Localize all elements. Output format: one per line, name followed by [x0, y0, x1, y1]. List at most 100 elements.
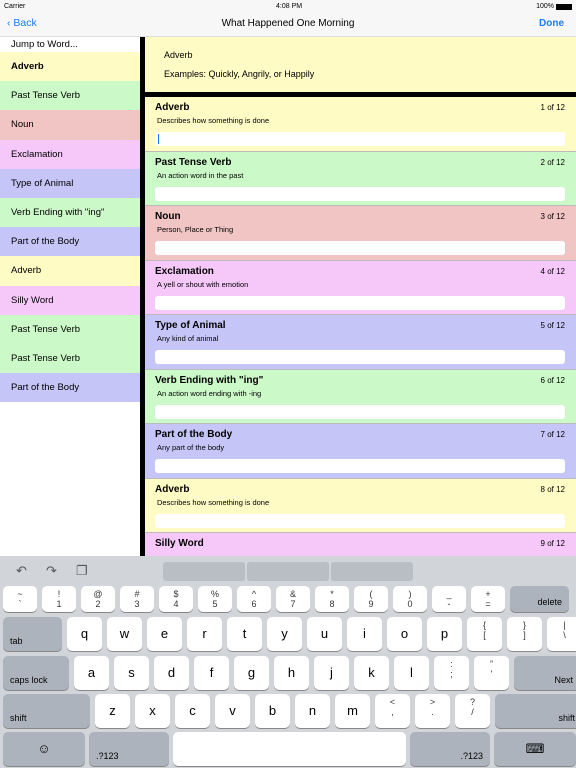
- redo-icon[interactable]: ↷: [46, 563, 57, 579]
- sidebar-item[interactable]: Exclamation: [0, 139, 140, 169]
- key-capslock[interactable]: caps lock: [3, 656, 69, 690]
- key-shift-char: @: [93, 589, 103, 599]
- key-sym[interactable]: $4: [159, 586, 193, 612]
- key-sym[interactable]: _ -: [432, 586, 466, 612]
- key-g[interactable]: g: [234, 656, 269, 690]
- sidebar-item[interactable]: Adverb: [0, 256, 140, 286]
- key-tab[interactable]: tab: [3, 617, 62, 651]
- key-y[interactable]: y: [267, 617, 302, 651]
- sidebar-item[interactable]: Noun: [0, 110, 140, 140]
- word-count: 6 of 12: [540, 375, 565, 385]
- sidebar-item[interactable]: Silly Word: [0, 285, 140, 315]
- key-l[interactable]: l: [394, 656, 429, 690]
- key-sym[interactable]: #3: [120, 586, 154, 612]
- key-sym[interactable]: ? /: [455, 694, 490, 728]
- sidebar-item[interactable]: Verb Ending with "ing": [0, 197, 140, 228]
- word-card: Verb Ending with "ing" 6 of 12 An action w…: [145, 369, 576, 424]
- key-label: ⌨: [525, 741, 545, 756]
- key-u[interactable]: u: [307, 617, 342, 651]
- key-d[interactable]: d: [154, 656, 189, 690]
- key-a[interactable]: a: [74, 656, 109, 690]
- key-shift-char: }: [522, 620, 526, 630]
- sidebar-item[interactable]: Adverb: [0, 52, 140, 82]
- key-sym[interactable]: }]: [507, 617, 542, 651]
- key-sym[interactable]: + =: [471, 586, 505, 612]
- sidebar-item[interactable]: Part of the Body: [0, 373, 140, 403]
- key-p[interactable]: p: [427, 617, 462, 651]
- key-m[interactable]: m: [335, 694, 370, 728]
- word-input[interactable]: [155, 241, 565, 255]
- key-char: 4: [173, 599, 179, 609]
- key-sym[interactable]: % 5: [198, 586, 232, 612]
- key-h[interactable]: h: [274, 656, 309, 690]
- key-q[interactable]: q: [67, 617, 102, 651]
- sidebar-item[interactable]: Past Tense Verb: [0, 343, 140, 374]
- key-sym[interactable]: ) 0: [393, 586, 427, 612]
- suggestion-1[interactable]: [163, 562, 245, 581]
- key-k[interactable]: k: [354, 656, 389, 690]
- word-input[interactable]: [155, 186, 565, 201]
- key-label: o: [400, 626, 409, 641]
- word-description: An action word in the past: [157, 170, 244, 180]
- key-z[interactable]: z: [95, 694, 130, 728]
- key-x[interactable]: x: [135, 694, 170, 728]
- key-sym[interactable]: (9: [354, 586, 388, 612]
- key-Next[interactable]: Next: [514, 656, 576, 690]
- key-f[interactable]: f: [194, 656, 229, 690]
- word-input[interactable]: [155, 459, 565, 473]
- key-label: z: [109, 703, 116, 718]
- key-sym[interactable]: @2: [81, 586, 115, 612]
- key-w[interactable]: w: [107, 617, 142, 651]
- key-b[interactable]: b: [255, 694, 290, 728]
- key-sym[interactable]: >.: [415, 694, 450, 728]
- sidebar-item[interactable]: Past Tense Verb: [0, 81, 140, 111]
- key-shift-char: #: [134, 589, 140, 599]
- key-t[interactable]: t: [227, 617, 262, 651]
- key-123[interactable]: .?123: [410, 732, 490, 766]
- key-r[interactable]: r: [187, 617, 222, 651]
- key-s[interactable]: s: [114, 656, 149, 690]
- sidebar-item[interactable]: Past Tense Verb: [0, 314, 140, 344]
- word-input[interactable]: [155, 295, 565, 310]
- undo-icon[interactable]: ↶: [16, 563, 27, 579]
- word-input[interactable]: [155, 404, 565, 419]
- suggestion-2[interactable]: [247, 562, 329, 581]
- key-sym[interactable]: & 7: [276, 586, 310, 612]
- key-c[interactable]: c: [175, 694, 210, 728]
- word-input[interactable]: [155, 350, 565, 364]
- key-shift[interactable]: shift: [495, 694, 576, 728]
- key-sym[interactable]: ^ 6: [237, 586, 271, 612]
- word-title: Adverb: [155, 102, 190, 113]
- key-char: =: [485, 599, 491, 609]
- key-label: l: [410, 665, 413, 680]
- suggestion-3[interactable]: [331, 562, 413, 581]
- sidebar-item[interactable]: Type of Animal: [0, 168, 140, 198]
- key-sym[interactable]: :;: [434, 656, 469, 690]
- key-label: d: [167, 665, 176, 680]
- key-delete[interactable]: delete: [510, 586, 569, 612]
- key-sym[interactable]: * 8: [315, 586, 349, 612]
- key-sym[interactable]: ” ': [474, 656, 509, 690]
- key-shift[interactable]: shift: [3, 694, 90, 728]
- word-input[interactable]: [155, 513, 565, 528]
- key-v[interactable]: v: [215, 694, 250, 728]
- key-n[interactable]: n: [295, 694, 330, 728]
- key-sym[interactable]: {[: [467, 617, 502, 651]
- key-j[interactable]: j: [314, 656, 349, 690]
- key-123[interactable]: .?123: [89, 732, 169, 766]
- key-shift-char: *: [330, 589, 334, 599]
- key-sym[interactable]: ~ `: [3, 586, 37, 612]
- sidebar-item[interactable]: Part of the Body: [0, 227, 140, 257]
- key-sym[interactable]: ! 1: [42, 586, 76, 612]
- key-space[interactable]: [173, 732, 406, 766]
- key-sym[interactable]: | \: [547, 617, 576, 651]
- key-sym[interactable]: ⌨: [494, 732, 576, 766]
- key-sym[interactable]: ☺: [3, 732, 85, 766]
- key-o[interactable]: o: [387, 617, 422, 651]
- paste-icon[interactable]: ❐: [76, 563, 88, 579]
- key-e[interactable]: e: [147, 617, 182, 651]
- key-i[interactable]: i: [347, 617, 382, 651]
- word-input[interactable]: [155, 132, 565, 146]
- done-button[interactable]: Done: [539, 18, 564, 29]
- key-sym[interactable]: <,: [375, 694, 410, 728]
